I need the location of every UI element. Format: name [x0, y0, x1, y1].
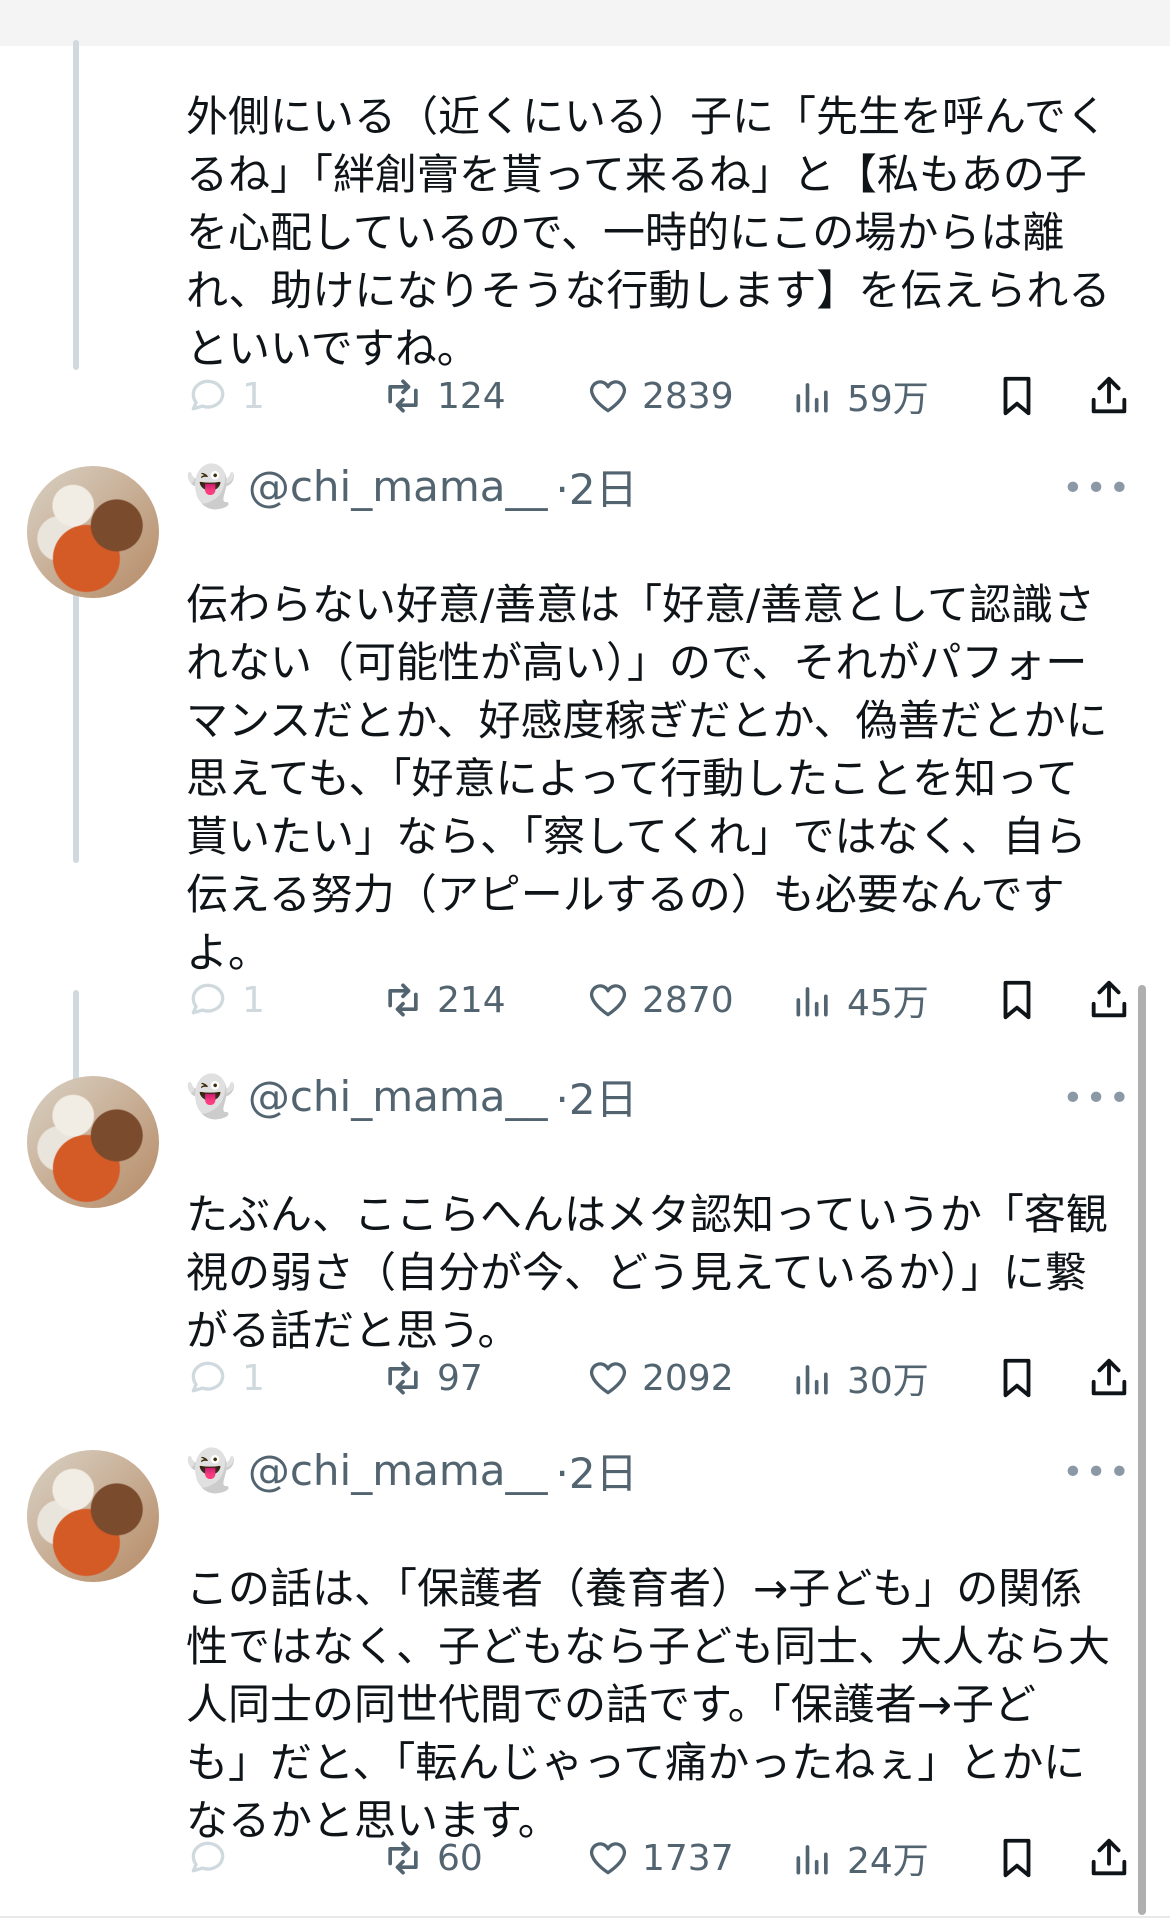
- action-bar: 1 97 2092 30万: [186, 1348, 1136, 1408]
- heart-icon: [589, 984, 627, 1017]
- reply-button[interactable]: 1: [186, 374, 381, 418]
- post-header: 👻 @chi_mama__ ·2日: [186, 1068, 638, 1124]
- bookmark-button[interactable]: [994, 1835, 1086, 1881]
- user-handle[interactable]: @chi_mama__: [248, 1072, 548, 1121]
- ghost-emoji: 👻: [186, 463, 236, 510]
- share-icon: [1091, 980, 1127, 1018]
- action-bar: 1 214 2870 45万: [186, 970, 1136, 1030]
- bookmark-icon: [1003, 1358, 1031, 1398]
- avatar[interactable]: [27, 466, 159, 598]
- post-time: ·2日: [555, 464, 638, 514]
- thread-connector: [73, 40, 79, 370]
- bookmark-button[interactable]: [994, 977, 1086, 1023]
- reply-bubble-icon: [191, 983, 225, 1015]
- views-button[interactable]: 30万: [791, 1352, 994, 1404]
- share-icon: [1091, 376, 1127, 414]
- heart-icon: [589, 380, 627, 413]
- user-handle[interactable]: @chi_mama__: [248, 462, 548, 511]
- reply-button[interactable]: 1: [186, 1356, 381, 1400]
- repost-button[interactable]: 124: [381, 374, 586, 418]
- repost-button[interactable]: 97: [381, 1356, 586, 1400]
- bookmark-button[interactable]: [994, 373, 1086, 419]
- share-button[interactable]: [1086, 373, 1132, 419]
- bookmark-icon: [1003, 980, 1031, 1020]
- repost-icon: [388, 1841, 418, 1875]
- views-bar-icon: [796, 1845, 828, 1875]
- post-header: 👻 @chi_mama__ ·2日: [186, 458, 638, 514]
- post-text: 伝わらない好意/善意は「好意/善意として認識さ れない（可能性が高い）」ので、それ…: [186, 580, 1108, 977]
- views-button[interactable]: 45万: [791, 974, 994, 1026]
- bottom-divider: [0, 1916, 1170, 1918]
- reply-button[interactable]: [186, 1836, 381, 1880]
- views-bar-icon: [796, 383, 828, 413]
- repost-icon: [388, 1361, 418, 1395]
- ghost-emoji: 👻: [186, 1447, 236, 1494]
- like-button[interactable]: 2092: [586, 1356, 791, 1400]
- heart-icon: [589, 1362, 627, 1395]
- reply-bubble-icon: [191, 1361, 225, 1393]
- avatar[interactable]: [27, 1076, 159, 1208]
- repost-icon: [388, 379, 418, 413]
- post-time: ·2日: [555, 1448, 638, 1498]
- heart-icon: [589, 1842, 627, 1875]
- repost-button[interactable]: 214: [381, 978, 586, 1022]
- action-bar: 60 1737 24万: [186, 1828, 1136, 1888]
- user-handle[interactable]: @chi_mama__: [248, 1446, 548, 1495]
- repost-button[interactable]: 60: [381, 1836, 586, 1880]
- bookmark-icon: [1003, 1838, 1031, 1878]
- scrollbar[interactable]: [1138, 985, 1146, 1915]
- views-bar-icon: [796, 987, 828, 1017]
- post-header: 👻 @chi_mama__ ·2日: [186, 1442, 638, 1498]
- reply-bubble-icon: [191, 379, 225, 411]
- views-button[interactable]: 59万: [791, 370, 994, 422]
- more-options-icon[interactable]: •••: [1062, 468, 1132, 509]
- like-button[interactable]: 1737: [586, 1836, 791, 1880]
- like-button[interactable]: 2839: [586, 374, 791, 418]
- post-time: ·2日: [555, 1074, 638, 1124]
- reply-button[interactable]: 1: [186, 978, 381, 1022]
- like-button[interactable]: 2870: [586, 978, 791, 1022]
- reply-bubble-icon: [191, 1841, 225, 1873]
- repost-icon: [388, 983, 418, 1017]
- bookmark-button[interactable]: [994, 1355, 1086, 1401]
- share-button[interactable]: [1086, 977, 1132, 1023]
- views-bar-icon: [796, 1365, 828, 1395]
- avatar[interactable]: [27, 1450, 159, 1582]
- views-button[interactable]: 24万: [791, 1832, 994, 1884]
- share-icon: [1091, 1358, 1127, 1396]
- ghost-emoji: 👻: [186, 1073, 236, 1120]
- share-button[interactable]: [1086, 1835, 1132, 1881]
- share-button[interactable]: [1086, 1355, 1132, 1401]
- action-bar: 1 124 2839 59万: [186, 366, 1136, 426]
- bookmark-icon: [1003, 376, 1031, 416]
- share-icon: [1091, 1838, 1127, 1876]
- more-options-icon[interactable]: •••: [1062, 1452, 1132, 1493]
- more-options-icon[interactable]: •••: [1062, 1078, 1132, 1119]
